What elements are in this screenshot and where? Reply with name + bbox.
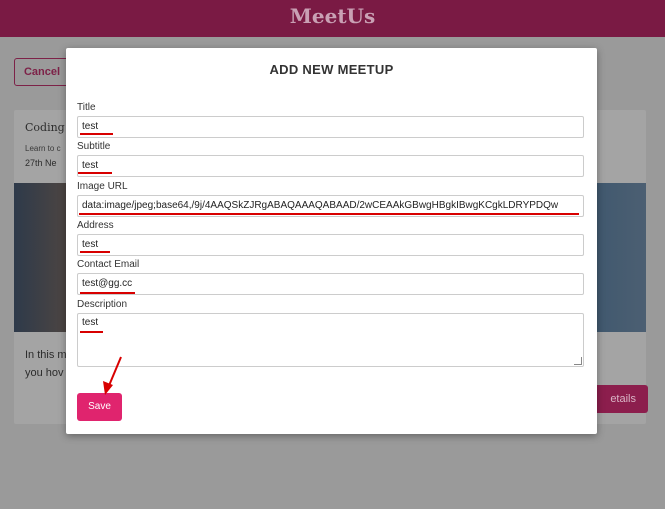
annotation-arrow-icon — [103, 356, 122, 395]
